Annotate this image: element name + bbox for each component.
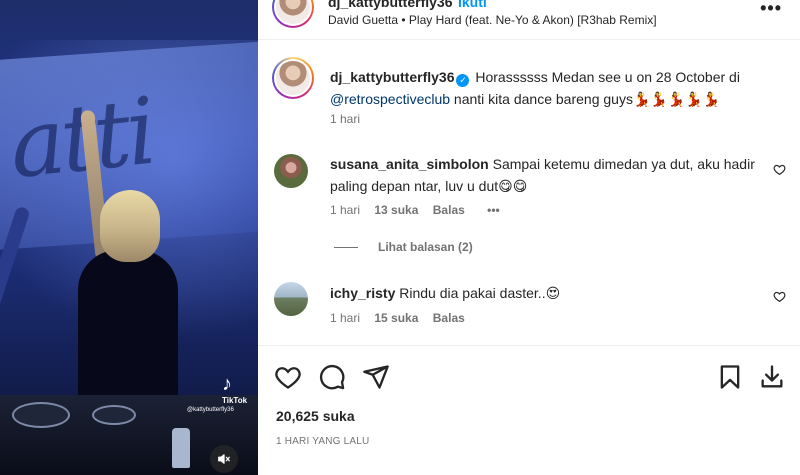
yum-emoji-icon: 😋😋 [498, 178, 528, 194]
comment-time[interactable]: 1 hari [330, 203, 360, 217]
view-replies-button[interactable]: Lihat balasan (2) [334, 240, 473, 254]
tiktok-icon: ♪ [222, 373, 232, 395]
share-paper-plane-icon[interactable] [362, 363, 390, 391]
like-heart-icon[interactable] [274, 363, 302, 391]
caption-text: Horassssss Medan see u on 28 October di [471, 69, 740, 85]
save-bookmark-icon[interactable] [716, 363, 744, 391]
comment-body: ichy_risty Rindu dia pakai daster..😍 [330, 282, 760, 304]
comment-more-button[interactable]: ••• [487, 203, 500, 217]
comment-time[interactable]: 1 hari [330, 311, 360, 325]
comment-meta: 1 hari 15 suka Balas [330, 311, 476, 325]
post-actions: 20,625 suka 1 HARI YANG LALU [258, 345, 800, 475]
author-username[interactable]: dj_kattybutterfly36 [328, 0, 452, 10]
tiktok-handle: @kattybutterfly36 [187, 407, 234, 413]
post-caption: dj_kattybutterfly36 ✓ Horassssss Medan se… [330, 66, 780, 110]
comment-likes[interactable]: 15 suka [374, 311, 418, 325]
like-count[interactable]: 20,625 suka [276, 408, 355, 424]
comment-meta: 1 hari 13 suka Balas ••• [330, 203, 511, 217]
dj-platter [12, 402, 70, 428]
audio-track-link[interactable]: David Guetta • Play Hard (feat. Ne-Yo & … [328, 13, 657, 27]
commenter-username[interactable]: susana_anita_simbolon [330, 156, 489, 172]
caption-mention-link[interactable]: @retrospectiveclub [330, 91, 450, 107]
dancer-emoji-icon: 💃💃💃💃💃 [632, 91, 721, 107]
bottle [172, 428, 190, 468]
caption-author-avatar[interactable] [272, 57, 314, 99]
commenter-avatar[interactable] [274, 282, 308, 316]
post-media[interactable]: atti ♪ TikTok @kattybutterfly36 [0, 0, 258, 475]
comment-like-heart-icon[interactable] [773, 163, 786, 176]
download-icon[interactable] [758, 363, 786, 391]
banner-lettering: atti [4, 77, 158, 200]
post-date: 1 HARI YANG LALU [276, 436, 370, 447]
dj-platter [92, 405, 136, 425]
follow-button[interactable]: Ikuti [458, 0, 487, 10]
comment-bubble-icon[interactable] [318, 363, 346, 391]
caption-text-after: nanti kita dance bareng guys [450, 91, 633, 107]
mute-button[interactable] [210, 445, 238, 473]
reply-button[interactable]: Balas [433, 203, 465, 217]
heart-eyes-emoji-icon: 😍 [545, 285, 561, 301]
replies-divider [334, 246, 358, 248]
caption-username[interactable]: dj_kattybutterfly36 [330, 69, 454, 85]
post-details-panel: dj_kattybutterfly36 Ikuti David Guetta •… [258, 0, 800, 475]
tiktok-label: TikTok [222, 396, 248, 405]
more-options-button[interactable]: ••• [760, 0, 782, 19]
performer-head [100, 190, 160, 262]
comment-item: susana_anita_simbolon Sampai ketemu dime… [258, 150, 800, 240]
verified-badge-icon: ✓ [456, 74, 470, 87]
commenter-avatar[interactable] [274, 154, 308, 188]
comment-item: ichy_risty Rindu dia pakai daster..😍 1 h… [258, 282, 800, 332]
comment-like-heart-icon[interactable] [773, 290, 786, 303]
author-avatar[interactable] [272, 0, 314, 28]
comment-likes[interactable]: 13 suka [374, 203, 418, 217]
speaker-muted-icon [218, 454, 230, 464]
caption-timestamp[interactable]: 1 hari [330, 112, 360, 126]
reply-button[interactable]: Balas [433, 311, 465, 325]
comment-text: Rindu dia pakai daster.. [395, 285, 546, 301]
commenter-username[interactable]: ichy_risty [330, 285, 395, 301]
view-replies-label[interactable]: Lihat balasan (2) [378, 240, 473, 254]
post-header: dj_kattybutterfly36 Ikuti David Guetta •… [258, 0, 800, 40]
comment-body: susana_anita_simbolon Sampai ketemu dime… [330, 153, 760, 197]
